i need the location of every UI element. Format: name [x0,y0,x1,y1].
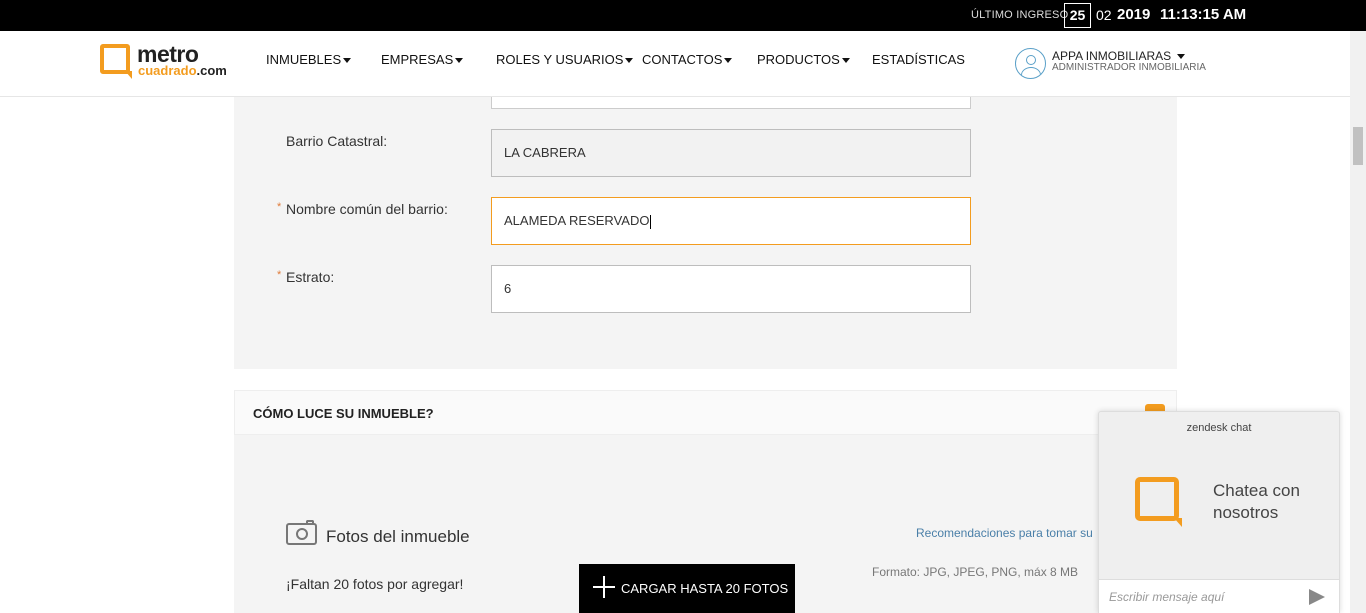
photos-missing-text: ¡Faltan 20 fotos por agregar! [286,576,464,592]
chat-logo-icon [1135,477,1182,527]
nav-roles-usuarios[interactable]: ROLES Y USUARIOS [496,52,634,67]
nav-contactos[interactable]: CONTACTOS [642,52,733,67]
previous-field-input[interactable] [491,97,971,109]
nav-productos[interactable]: PRODUCTOS [757,52,850,67]
estrato-label: Estrato: [286,269,335,285]
caret-down-icon [724,58,733,64]
last-login-day: 25 [1064,3,1091,28]
nav-inmuebles[interactable]: INMUEBLES [266,52,352,67]
caret-down-icon [343,58,352,64]
last-login-year: 2019 [1117,6,1151,23]
logo-icon [100,44,132,79]
plus-icon [593,576,615,598]
caret-down-icon [625,58,634,64]
chat-brand: zendesk chat [1186,422,1252,434]
chat-input[interactable]: Escribir mensaje aquí [1099,579,1339,613]
barrio-catastral-input[interactable]: LA CABRERA [491,129,971,177]
nav-estadisticas[interactable]: ESTADÍSTICAS [872,52,965,67]
page-scrollbar[interactable] [1350,31,1366,613]
photos-title: Fotos del inmueble [326,527,470,546]
user-avatar-icon[interactable] [1015,48,1046,79]
barrio-catastral-label: Barrio Catastral: [286,133,388,149]
required-mark: * [277,201,282,213]
top-bar: ÚLTIMO INGRESO 25 02 2019 11:13:15 AM [0,0,1366,31]
logo-text-cuadrado: cuadrado.com [138,63,227,78]
text-cursor [650,214,652,229]
caret-down-icon [1177,54,1186,60]
section-header-como-luce[interactable]: CÓMO LUCE SU INMUEBLE? [234,390,1177,435]
section-title: CÓMO LUCE SU INMUEBLE? [253,406,434,421]
estrato-input[interactable]: 6 [491,265,971,313]
nombre-barrio-input[interactable]: ALAMEDA RESERVADO [491,197,971,245]
send-icon[interactable] [1309,589,1325,605]
user-menu[interactable]: APPA INMOBILIARAS [1052,49,1186,63]
last-login-time: 11:13:15 AM [1160,6,1247,23]
upload-photos-button[interactable]: CARGAR HASTA 20 FOTOS [579,564,795,613]
last-login-label: ÚLTIMO INGRESO [971,9,1069,21]
caret-down-icon [455,58,464,64]
upload-photos-label: CARGAR HASTA 20 FOTOS [621,581,789,596]
user-role: ADMINISTRADOR INMOBILIARIA [1052,62,1206,73]
last-login-month: 02 [1096,7,1112,23]
scrollbar-thumb[interactable] [1353,127,1363,165]
main-header: metro cuadrado.com INMUEBLES EMPRESAS RO… [0,31,1350,97]
caret-down-icon [841,58,850,64]
chat-input-placeholder: Escribir mensaje aquí [1109,590,1225,604]
nav-empresas[interactable]: EMPRESAS [381,52,464,67]
format-note: Formato: JPG, JPEG, PNG, máx 8 MB [872,565,1079,579]
recommendations-link[interactable]: Recomendaciones para tomar su [916,526,1093,540]
chat-message: Chatea con nosotros [1213,481,1300,522]
chat-widget[interactable]: zendesk chat Chatea con nosotros Escribi… [1098,411,1340,613]
required-mark: * [277,269,282,281]
nombre-barrio-label: Nombre común del barrio: [286,201,448,217]
camera-icon [286,520,317,545]
